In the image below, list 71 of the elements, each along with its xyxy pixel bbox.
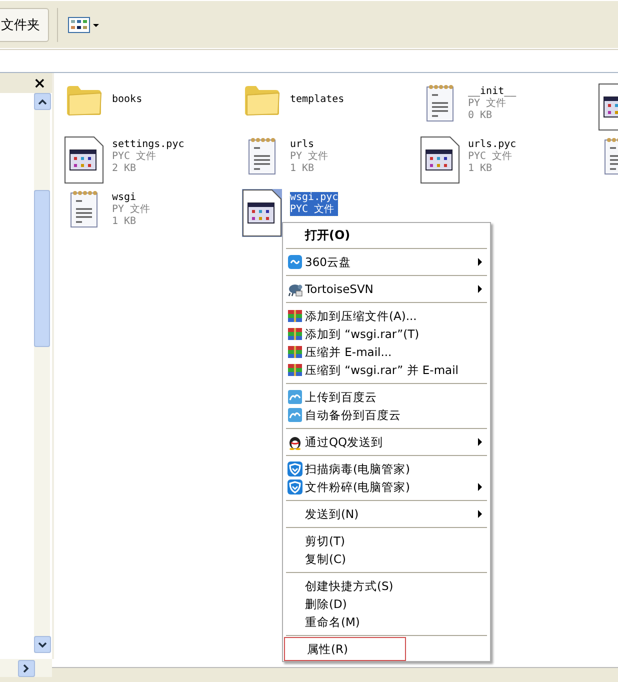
file-size: 1 KB [290,163,316,175]
submenu-arrow-icon [478,438,482,446]
text-document-icon[interactable] [424,83,456,123]
file-type: PY 文件 [468,98,508,110]
menu-item[interactable]: 重命名(M) [285,613,488,631]
archive-icon [287,344,303,360]
menu-item[interactable]: 自动备份到百度云 [285,406,488,424]
scroll-down-button[interactable] [34,636,50,653]
text-document-icon[interactable] [246,136,278,176]
menu-item[interactable]: 添加到 “wsgi.rar”(T) [285,325,488,343]
file-name[interactable]: templates [290,86,344,106]
submenu-arrow-icon [478,483,482,491]
file-type: PYC 文件 [112,151,158,163]
caret-icon [93,24,99,26]
menu-item[interactable]: 上传到百度云 [285,388,488,406]
views-button[interactable] [66,15,101,35]
shield-icon [287,479,303,495]
archive-icon [287,308,303,324]
window-document-icon[interactable] [420,136,460,184]
window-document-icon[interactable] [64,136,104,184]
menu-item[interactable]: 剪切(T) [285,532,488,550]
menu-item[interactable]: 压缩并 E-mail... [285,343,488,361]
menu-item[interactable]: 文件粉碎(电脑管家) [285,478,488,496]
window-document-icon[interactable] [242,189,282,237]
vertical-scrollbar[interactable] [34,93,50,653]
penguin-icon [287,434,303,450]
menu-item[interactable]: 360云盘 [285,253,488,271]
file-name[interactable]: settings.pyc [112,139,184,151]
menu-item[interactable]: 删除(D) [285,595,488,613]
cloud-upload-icon [287,407,303,423]
menu-item[interactable]: 通过QQ发送到 [285,433,488,451]
cloud-icon [287,254,303,270]
submenu-arrow-icon [478,258,482,266]
file-name[interactable]: urls [290,139,328,151]
file-name[interactable]: urls.pyc [468,139,516,151]
archive-icon [287,326,303,342]
menu-item[interactable]: 创建快捷方式(S) [285,577,488,595]
file-name[interactable]: books [112,86,142,106]
scroll-up-button[interactable] [34,93,50,110]
archive-icon [287,362,303,378]
file-type: PY 文件 [290,151,328,163]
views-icon [68,17,90,33]
selected-file-label[interactable]: wsgi.pyc PYC 文件 [290,192,338,216]
chevron-up-icon [38,98,46,104]
file-name[interactable]: __init__ [468,86,516,98]
file-size: 1 KB [468,163,494,175]
file-type: PYC 文件 [468,151,514,163]
file-size: 2 KB [112,163,138,175]
menu-item[interactable]: 发送到(N) [285,505,488,523]
menu-item[interactable]: 压缩到 “wsgi.rar” 并 E-mail [285,361,488,379]
shield-icon [287,461,303,477]
file-name[interactable]: wsgi [112,192,150,204]
cloud-upload-icon [287,389,303,405]
chevron-down-icon [38,642,46,648]
text-document-icon[interactable] [68,189,100,229]
file-size: 1 KB [112,216,138,228]
menu-item[interactable]: 添加到压缩文件(A)... [285,307,488,325]
menu-item[interactable]: TortoiseSVN [285,280,488,298]
submenu-arrow-icon [478,285,482,293]
menu-item[interactable]: 打开(O) [285,226,488,244]
file-size: 0 KB [468,110,494,122]
submenu-arrow-icon [478,510,482,518]
close-button[interactable]: × [33,76,46,90]
scroll-thumb[interactable] [34,190,50,346]
folders-button[interactable]: 文件夹 [0,8,49,42]
scroll-right-button[interactable] [18,660,34,676]
menu-item[interactable]: 属性(R) [287,640,403,658]
menu-item[interactable]: 扫描病毒(电脑管家) [285,460,488,478]
file-type: PY 文件 [112,204,150,216]
chevron-right-icon [23,664,29,672]
menu-item[interactable]: 复制(C) [285,550,488,568]
